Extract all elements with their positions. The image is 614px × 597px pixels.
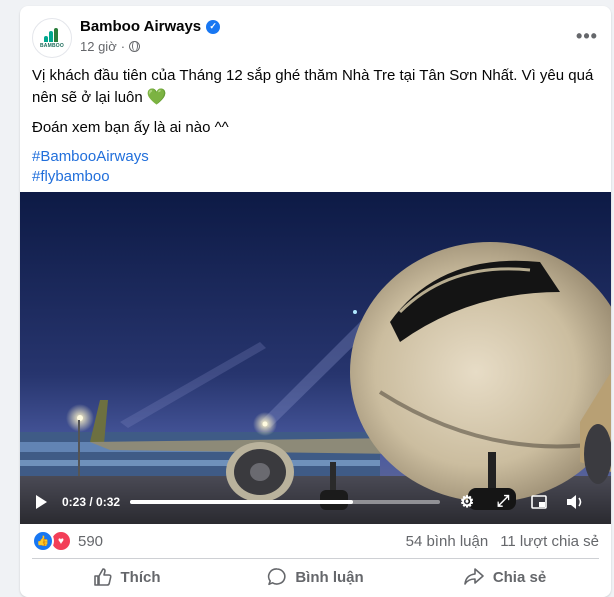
reactions-row: 👍 ♥ 590 54 bình luận 11 lượt chia sẻ <box>32 529 599 553</box>
comment-icon <box>268 568 286 586</box>
pip-icon[interactable] <box>530 493 548 511</box>
like-button[interactable]: Thích <box>32 559 221 595</box>
logo-text: BAMBOO <box>40 42 64 49</box>
globe-icon <box>129 41 141 52</box>
post-paragraph-2: Đoán xem bạn ấy là ai nào ^^ <box>32 119 229 136</box>
post-text: Vị khách đầu tiên của Tháng 12 sắp ghé t… <box>32 65 598 187</box>
bamboo-logo-icon <box>43 27 61 42</box>
video-controls: 0:23 / 0:32 ⚙ ⤢ <box>20 480 611 524</box>
page-name[interactable]: Bamboo Airways <box>80 18 201 35</box>
comment-button[interactable]: Bình luận <box>221 559 410 595</box>
settings-icon[interactable]: ⚙ <box>458 493 476 511</box>
post-paragraph-1: Vị khách đầu tiên của Tháng 12 sắp ghé t… <box>32 65 598 109</box>
shares-count[interactable]: 11 lượt chia sẻ <box>500 533 599 550</box>
thumbs-up-icon <box>93 568 112 586</box>
video-player[interactable]: 0:23 / 0:32 ⚙ ⤢ <box>20 192 611 524</box>
share-icon <box>464 568 484 585</box>
comments-count[interactable]: 54 bình luận <box>406 533 489 550</box>
hashtags: #BambooAirways #flybamboo <box>32 147 598 187</box>
meta-separator: · <box>120 39 126 54</box>
like-reaction-icon: 👍 <box>32 530 54 552</box>
comment-label: Bình luận <box>295 568 364 586</box>
hashtag-flybamboo[interactable]: #flybamboo <box>32 167 598 187</box>
video-time: 0:23 / 0:32 <box>62 495 121 509</box>
fullscreen-icon[interactable]: ⤢ <box>494 493 512 511</box>
post-text-line1: Vị khách đầu tiên của Tháng 12 sắp ghé t… <box>32 67 594 106</box>
page-name-row: Bamboo Airways ✓ <box>80 18 221 35</box>
share-label: Chia sẻ <box>492 568 547 586</box>
post-meta: 12 giờ · <box>80 39 141 54</box>
engagement-counts: 54 bình luận 11 lượt chia sẻ <box>406 533 599 550</box>
volume-icon[interactable] <box>566 493 584 511</box>
green-heart-icon: 💚 <box>146 89 167 106</box>
post-card: BAMBOO Bamboo Airways ✓ 12 giờ · ••• Vị … <box>20 6 611 597</box>
action-bar: Thích Bình luận Chia sẻ <box>32 559 599 595</box>
video-frame-image <box>20 192 611 524</box>
reactions-count[interactable]: 590 <box>78 533 103 550</box>
verified-badge-icon: ✓ <box>206 19 221 34</box>
post-time[interactable]: 12 giờ <box>80 39 117 54</box>
reaction-icons[interactable]: 👍 ♥ <box>32 530 72 552</box>
like-label: Thích <box>120 568 161 586</box>
share-button[interactable]: Chia sẻ <box>410 559 599 595</box>
video-progress-bar[interactable] <box>130 500 441 504</box>
play-icon[interactable] <box>36 495 48 509</box>
video-progress-fill <box>130 500 354 504</box>
more-options-icon[interactable]: ••• <box>575 24 599 48</box>
post-header: BAMBOO Bamboo Airways ✓ 12 giờ · ••• <box>20 6 611 66</box>
page-avatar[interactable]: BAMBOO <box>32 18 72 58</box>
hashtag-bambooairways[interactable]: #BambooAirways <box>32 147 598 167</box>
